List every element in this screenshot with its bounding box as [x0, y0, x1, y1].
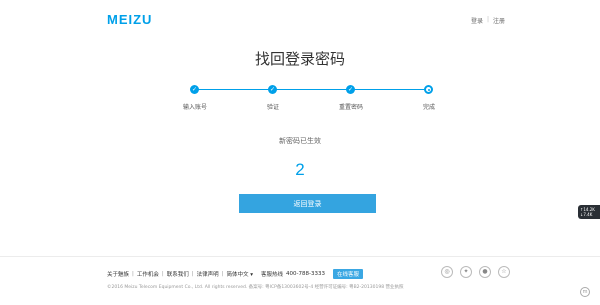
step-3-check-icon: ✓ — [346, 85, 355, 94]
step-label-verify: 验证 — [266, 104, 279, 111]
step-2-check-icon: ✓ — [268, 85, 277, 94]
step-label-reset: 重置密码 — [338, 104, 363, 111]
return-login-button[interactable]: 返回登录 — [239, 194, 376, 213]
footer-links: 关于魅族 | 工作机会 | 联系我们 | 法律声明 | 简体中文 ▾ 客服热线 … — [107, 269, 364, 279]
meizu-logo[interactable]: MEIZU — [107, 12, 152, 27]
footer-link-contact[interactable]: 联系我们 — [167, 270, 189, 278]
step-label-complete: 完成 — [422, 104, 435, 111]
chevron-down-icon: ▾ — [250, 272, 254, 278]
network-speed-widget[interactable]: ↑14.2K ↓7.4K — [578, 205, 600, 219]
star-icon[interactable]: ☆ — [498, 266, 510, 278]
language-selector[interactable]: 简体中文 ▾ — [227, 270, 254, 278]
nav-separator: | — [486, 16, 489, 23]
step-label-account: 输入账号 — [182, 104, 207, 111]
footer-link-about[interactable]: 关于魅族 — [107, 270, 129, 278]
page-title: 找回登录密码 — [254, 50, 345, 68]
footer-divider — [0, 256, 600, 257]
qzone-icon[interactable]: ✦ — [460, 266, 472, 278]
step-1-check-icon: ✓ — [190, 85, 199, 94]
login-link[interactable]: 登录 — [471, 16, 483, 25]
online-support-button[interactable]: 在线客服 — [333, 269, 364, 279]
hotline-label: 客服热线 — [261, 272, 284, 278]
watermark-icon: m — [580, 287, 590, 297]
footer-link-jobs[interactable]: 工作机会 — [137, 270, 159, 278]
success-message: 新密码已生效 — [279, 137, 321, 145]
progress-line — [194, 89, 428, 90]
hotline-number: 400-788-3333 — [286, 271, 326, 277]
weibo-icon[interactable]: ◎ — [441, 266, 453, 278]
top-nav: 登录 | 注册 — [471, 16, 505, 25]
wechat-icon[interactable]: ● — [479, 266, 491, 278]
step-4-current-icon — [424, 85, 433, 94]
register-link[interactable]: 注册 — [493, 16, 505, 25]
copyright-text: ©2016 Meizu Telecom Equipment Co., Ltd. … — [107, 285, 404, 290]
download-speed: ↓7.4K — [580, 212, 593, 217]
footer-link-legal[interactable]: 法律声明 — [197, 270, 219, 278]
countdown-number: 2 — [295, 160, 305, 179]
